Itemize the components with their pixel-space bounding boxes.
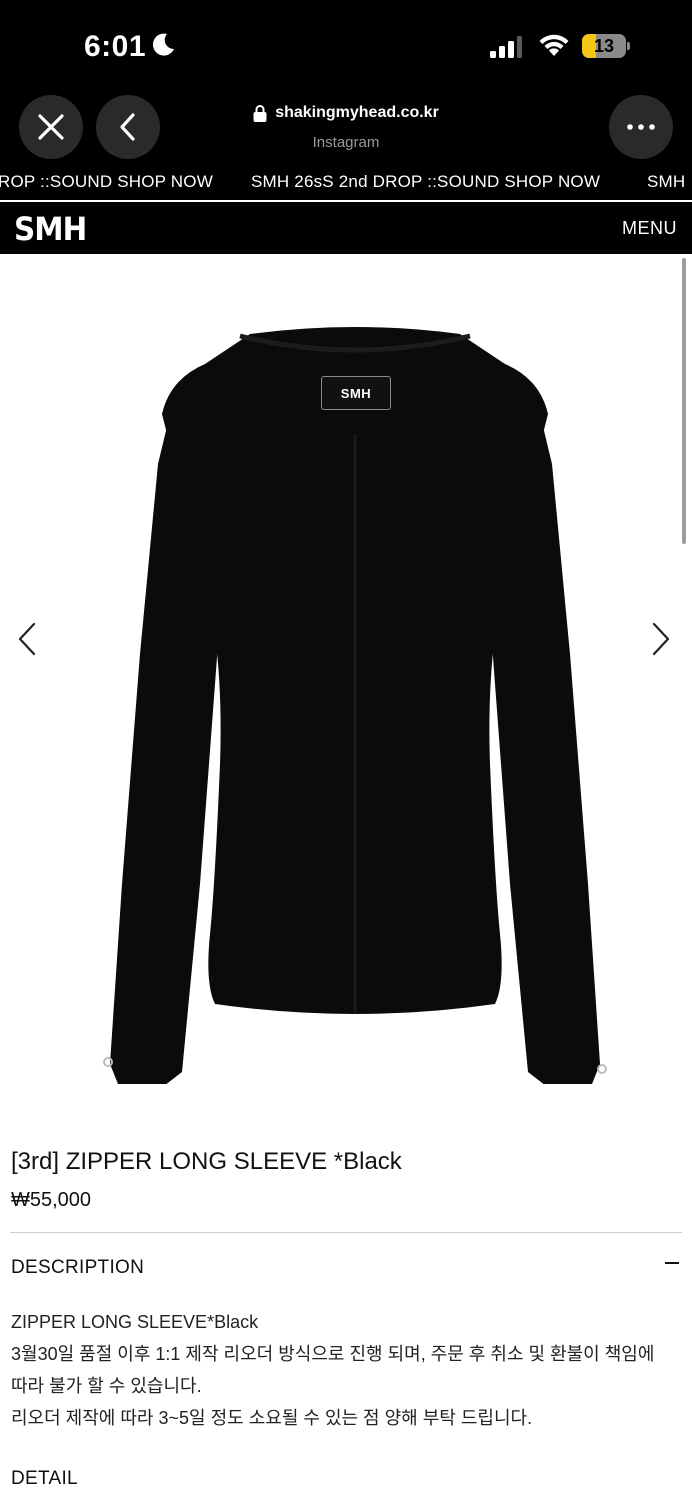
- product-price: ₩55,000: [11, 1189, 92, 1211]
- menu-button[interactable]: MENU: [622, 218, 677, 239]
- garment-label: SMH: [321, 376, 391, 410]
- description-line: 따라 불가 할 수 있습니다.: [11, 1376, 202, 1396]
- back-button[interactable]: [96, 95, 160, 159]
- url-text: shakingmyhead.co.kr: [275, 104, 439, 121]
- product-title: [3rd] ZIPPER LONG SLEEVE *Black: [11, 1148, 402, 1175]
- more-icon: [627, 124, 655, 130]
- announcement-marquee[interactable]: ROP ::SOUND SHOP NOW SMH 26sS 2nd DROP :…: [0, 164, 692, 200]
- section-divider: [10, 1232, 682, 1233]
- back-icon: [120, 113, 135, 141]
- marquee-item[interactable]: SMH 26sS 2nd DROP ::SOUND SHOP NOW: [251, 172, 600, 192]
- battery-icon: 13: [582, 34, 630, 58]
- site-header: SMH MENU: [0, 202, 692, 254]
- signal-icon: [490, 36, 522, 58]
- moon-icon: [152, 33, 174, 56]
- lock-icon: [253, 104, 267, 122]
- product-image[interactable]: [100, 324, 610, 1084]
- description-line: ZIPPER LONG SLEEVE*Black: [11, 1312, 259, 1332]
- close-icon: [38, 114, 64, 140]
- more-button[interactable]: [609, 95, 673, 159]
- marquee-item[interactable]: SMH: [647, 172, 685, 192]
- marquee-item[interactable]: ROP ::SOUND SHOP NOW: [0, 172, 213, 192]
- source-label: Instagram: [312, 133, 380, 151]
- description-line: 3월30일 품절 이후 1:1 제작 리오더 방식으로 진행 되며, 주문 후 …: [11, 1344, 655, 1364]
- detail-heading[interactable]: DETAIL: [11, 1468, 78, 1490]
- description-heading[interactable]: DESCRIPTION: [11, 1257, 144, 1279]
- description-line: 리오더 제작에 따라 3~5일 정도 소요될 수 있는 점 양해 부탁 드립니다…: [11, 1408, 533, 1428]
- product-gallery[interactable]: SMH: [0, 254, 692, 1106]
- wifi-icon: [539, 34, 569, 56]
- chevron-left-icon[interactable]: [16, 622, 38, 656]
- address-bar[interactable]: shakingmyhead.co.kr Instagram: [200, 104, 492, 151]
- garment-label-brand: SMH: [340, 386, 372, 401]
- page-scrollbar[interactable]: [682, 258, 686, 544]
- browser-toolbar: shakingmyhead.co.kr Instagram: [0, 92, 692, 164]
- collapse-icon[interactable]: [665, 1262, 679, 1264]
- close-button[interactable]: [19, 95, 83, 159]
- chevron-right-icon[interactable]: [650, 622, 672, 656]
- description-body: ZIPPER LONG SLEEVE*Black 3월30일 품절 이후 1:1…: [11, 1306, 686, 1434]
- status-time: 6:01: [84, 30, 147, 63]
- status-bar: 6:01 13: [0, 0, 692, 92]
- site-logo[interactable]: SMH: [14, 210, 87, 248]
- battery-level: 13: [593, 36, 615, 56]
